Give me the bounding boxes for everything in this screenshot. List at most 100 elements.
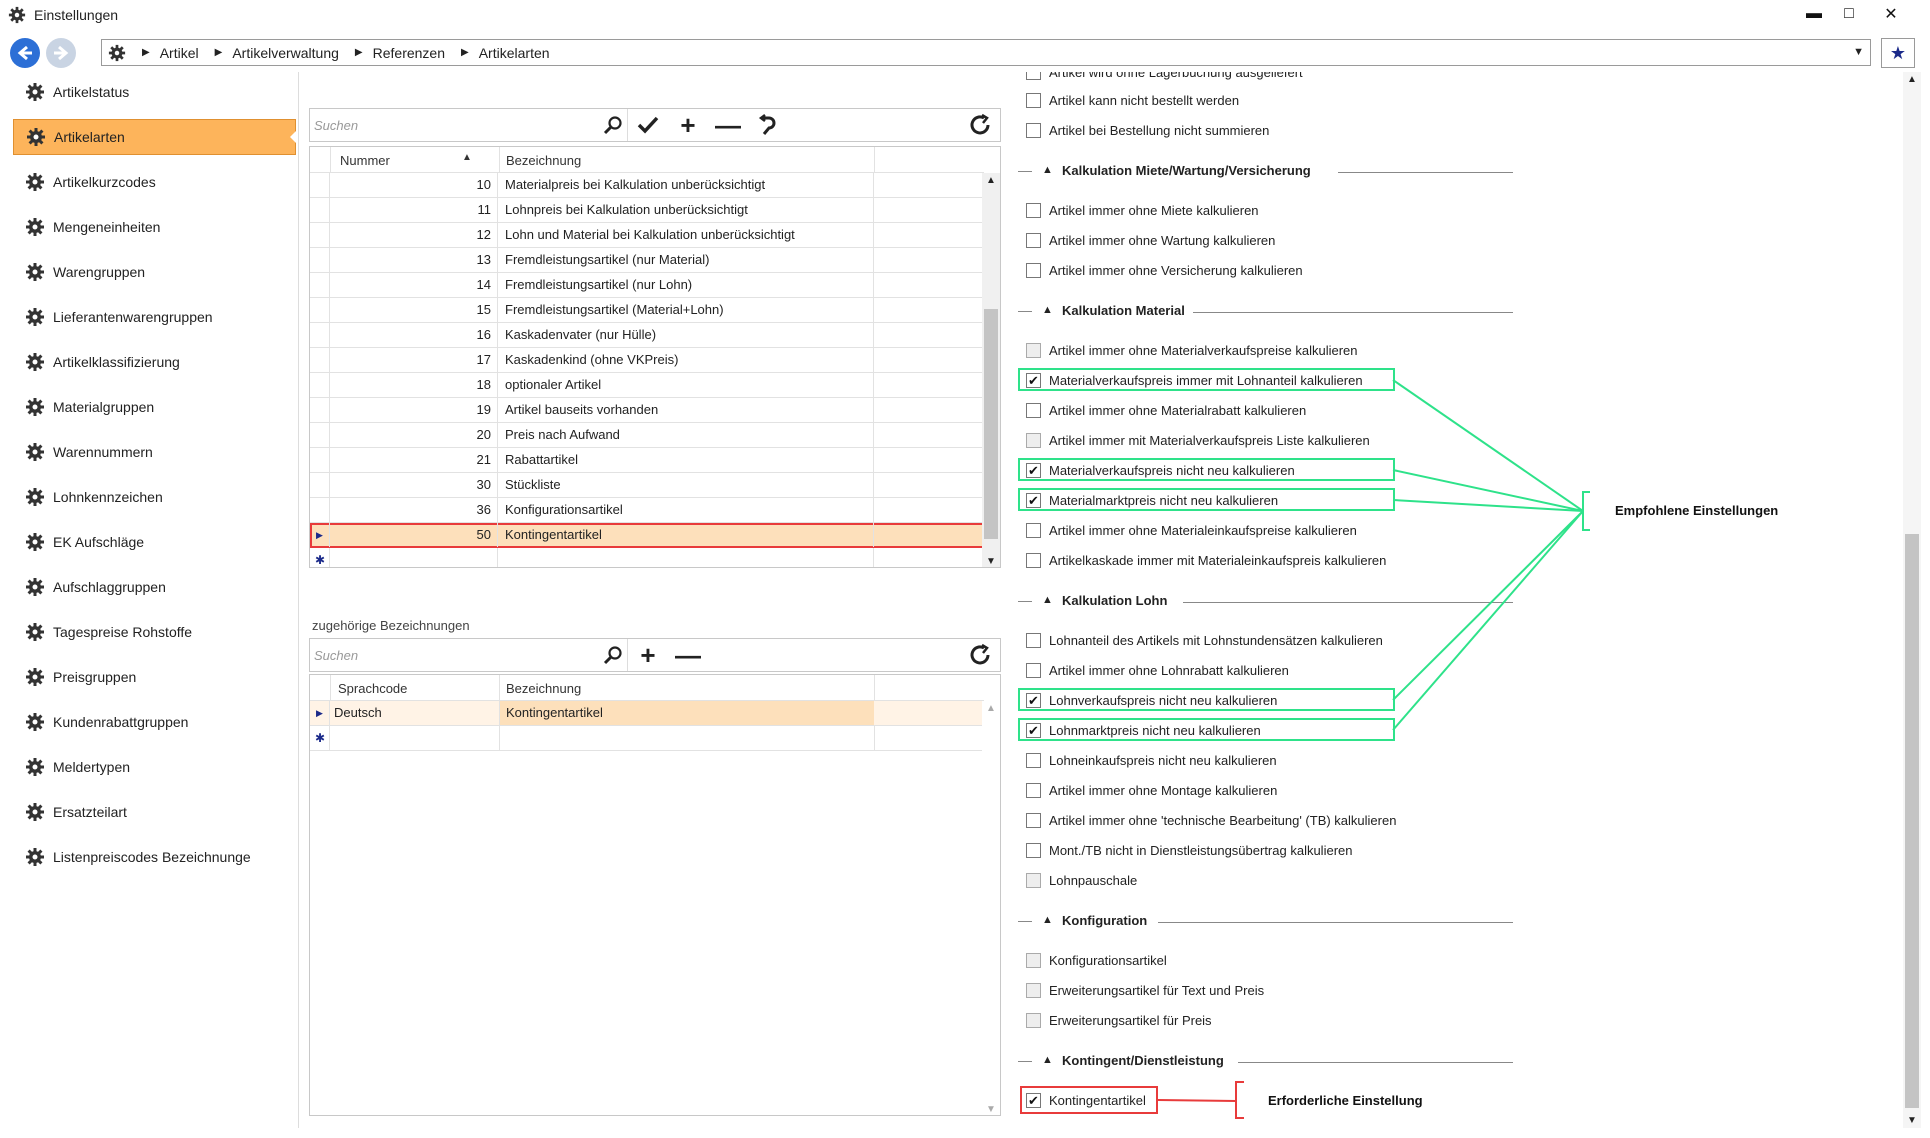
checkbox-box[interactable] [1026,752,1041,768]
collapse-icon[interactable]: ▲ [1042,914,1053,926]
table-row[interactable]: 16 Kaskadenvater (nur Hülle) [310,323,984,348]
table-row[interactable]: ▶ Deutsch Kontingentartikel [310,701,984,726]
table-row[interactable]: 20 Preis nach Aufwand [310,423,984,448]
table-row[interactable]: 21 Rabattartikel [310,448,984,473]
checkbox-lohn-4[interactable]: Lohneinkaufspreis nicht neu kalkulieren [1026,749,1277,771]
cell-nummer[interactable]: 19 [330,398,498,422]
cell-bezeichnung[interactable]: Rabattartikel [499,448,874,472]
close-button[interactable]: ✕ [1874,2,1908,26]
checkbox-box[interactable] [1026,92,1041,108]
checkbox-box[interactable] [1026,1012,1041,1028]
checkbox-box[interactable] [1026,952,1041,968]
cell-nummer[interactable]: 30 [330,473,498,497]
collapse-icon[interactable]: ▲ [1042,304,1053,316]
section-header-sec_lohn[interactable]: ▲ Kalkulation Lohn [1018,591,1513,613]
sidebar-item-6[interactable]: Artikelklassifizierung [13,344,296,380]
sidebar-item-12[interactable]: Tagespreise Rohstoffe [13,614,296,650]
remove-button[interactable]: — [668,639,708,671]
checkbox-lohn-0[interactable]: Lohnanteil des Artikels mit Lohnstundens… [1026,629,1383,651]
sidebar-item-4[interactable]: Warengruppen [13,254,296,290]
cell-nummer[interactable]: 14 [330,273,498,297]
checkbox-box[interactable] [1026,552,1041,568]
sidebar-item-10[interactable]: EK Aufschläge [13,524,296,560]
undo-button[interactable] [748,109,788,141]
checkbox-box[interactable] [1026,432,1041,448]
checkbox-konfig-0[interactable]: Konfigurationsartikel [1026,949,1167,971]
table-row[interactable]: ▶ 50 Kontingentartikel [310,523,984,548]
checkbox-box[interactable] [1026,632,1041,648]
cell-nummer[interactable]: 10 [330,173,498,197]
cell-nummer[interactable]: 17 [330,348,498,372]
table-row[interactable]: 13 Fremdleistungsartikel (nur Material) [310,248,984,273]
checkbox-box[interactable] [1026,232,1041,248]
checkbox-miete-0[interactable]: Artikel immer ohne Miete kalkulieren [1026,199,1259,221]
cell-bezeichnung[interactable]: Stückliste [499,473,874,497]
table-row[interactable]: 14 Fremdleistungsartikel (nur Lohn) [310,273,984,298]
checkbox-box[interactable] [1026,812,1041,828]
scroll-thumb[interactable] [1905,534,1919,1108]
maximize-button[interactable]: □ [1832,2,1866,26]
checkbox-material-3[interactable]: Artikel immer mit Materialverkaufspreis … [1026,429,1370,451]
cell-bezeichnung[interactable]: Kontingentartikel [499,523,874,547]
cell-bezeichnung[interactable]: Kontingentartikel [499,701,874,725]
checkbox-box[interactable] [1026,842,1041,858]
sidebar-item-8[interactable]: Warennummern [13,434,296,470]
checkbox-material-7[interactable]: Artikelkaskade immer mit Materialeinkauf… [1026,549,1386,571]
cell-nummer[interactable]: 50 [330,523,498,547]
scroll-up-icon[interactable]: ▲ [986,175,996,186]
checkbox-lohn-7[interactable]: Mont./TB nicht in Dienstleistungsübertra… [1026,839,1352,861]
sidebar-item-2[interactable]: Artikelkurzcodes [13,164,296,200]
cell-bezeichnung[interactable] [499,548,874,567]
table-row[interactable]: 36 Konfigurationsartikel [310,498,984,523]
checkbox-box[interactable] [1026,982,1041,998]
cell-bezeichnung[interactable]: Kaskadenkind (ohne VKPreis) [499,348,874,372]
cell-bezeichnung[interactable]: Fremdleistungsartikel (nur Lohn) [499,273,874,297]
checkbox-top-0[interactable]: Artikel kann nicht bestellt werden [1026,89,1239,111]
checkbox-material-2[interactable]: Artikel immer ohne Materialrabatt kalkul… [1026,399,1306,421]
checkbox-top-cut[interactable]: Artikel wird ohne Lagerbuchung ausgelief… [1026,72,1303,83]
checkbox-lohn-6[interactable]: Artikel immer ohne 'technische Bearbeitu… [1026,809,1396,831]
grid2-scrollbar[interactable]: ▲ ▼ [982,701,1000,1115]
sidebar-item-14[interactable]: Kundenrabattgruppen [13,704,296,740]
sidebar-item-17[interactable]: Listenpreiscodes Bezeichnunge [13,839,296,875]
cell-nummer[interactable]: 15 [330,298,498,322]
cell-sprachcode[interactable]: Deutsch [334,701,382,725]
chevron-down-icon[interactable]: ▼ [1853,46,1864,58]
search-input[interactable]: Suchen [310,639,628,671]
checkbox-box[interactable] [1026,782,1041,798]
breadcrumb-item[interactable]: Referenzen [373,45,445,61]
cell-bezeichnung[interactable]: Konfigurationsartikel [499,498,874,522]
scroll-thumb[interactable] [984,309,998,539]
breadcrumb-item[interactable]: Artikelarten [479,45,550,61]
cell-nummer[interactable]: 11 [330,198,498,222]
section-header-sec_miete[interactable]: ▲ Kalkulation Miete/Wartung/Versicherung [1018,161,1513,183]
table-row[interactable]: 12 Lohn und Material bei Kalkulation unbe… [310,223,984,248]
new-row[interactable]: ✱ [310,548,984,567]
collapse-icon[interactable]: ▲ [1042,1054,1053,1066]
cell-bezeichnung[interactable]: Materialpreis bei Kalkulation unberücksi… [499,173,874,197]
minimize-button[interactable]: ▬ [1797,2,1831,26]
checkbox-material-6[interactable]: Artikel immer ohne Materialeinkaufspreis… [1026,519,1357,541]
sidebar-item-11[interactable]: Aufschlaggruppen [13,569,296,605]
table-row[interactable]: 30 Stückliste [310,473,984,498]
address-bar[interactable]: ▶ Artikel ▶ Artikelverwaltung ▶ Referenzen … [101,39,1871,66]
sidebar-item-0[interactable]: Artikelstatus [13,74,296,110]
settings-scrollbar[interactable]: ▲ ▼ [1903,72,1921,1128]
column-header-sprachcode[interactable]: Sprachcode [338,681,407,696]
add-button[interactable]: + [628,639,668,671]
add-button[interactable]: + [668,109,708,141]
refresh-button[interactable] [960,639,1000,671]
checkbox-konfig-1[interactable]: Erweiterungsartikel für Text und Preis [1026,979,1264,1001]
scroll-down-icon[interactable]: ▼ [986,1104,996,1115]
checkbox-box[interactable] [1026,522,1041,538]
cell-nummer[interactable]: 13 [330,248,498,272]
checkbox-box[interactable] [1026,122,1041,138]
checkbox-lohn-5[interactable]: Artikel immer ohne Montage kalkulieren [1026,779,1277,801]
checkbox-box[interactable] [1026,662,1041,678]
section-header-sec_konfig[interactable]: ▲ Konfiguration [1018,911,1513,933]
search-icon[interactable] [603,645,623,665]
collapse-icon[interactable]: ▲ [1042,164,1053,176]
checkbox-box[interactable] [1026,402,1041,418]
scroll-down-icon[interactable]: ▼ [986,556,996,567]
scroll-up-icon[interactable]: ▲ [1907,74,1917,85]
